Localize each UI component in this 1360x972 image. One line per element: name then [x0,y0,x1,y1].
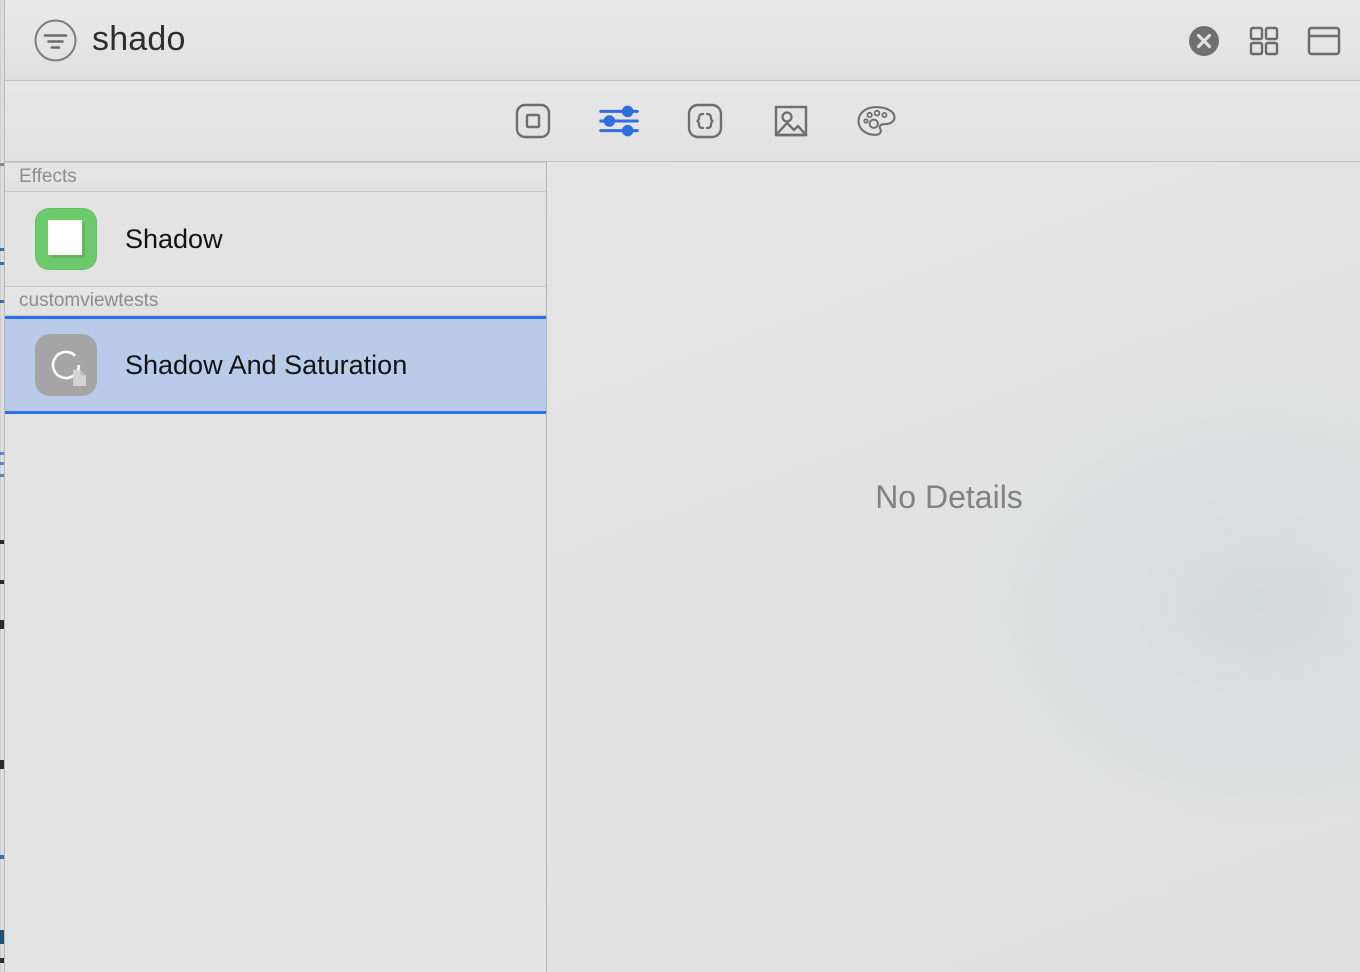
sliver-mark [0,958,4,963]
app-window: shado Effects Shadow customviewtests Sha… [0,0,1360,972]
sliver-mark [0,760,4,769]
sidebar-item-shadow-and-saturation[interactable]: Shadow And Saturation [5,316,546,414]
main-window: shado Effects Shadow customviewtests Sha… [5,0,1360,972]
sliver-mark [0,462,4,465]
sliver-mark [0,163,4,166]
sliver-mark [0,300,4,303]
detail-pane: No Details [548,162,1360,972]
shadow-effect-icon [35,208,97,270]
titlebar-actions [1186,0,1342,81]
window-title: shado [92,20,186,58]
toolbar-items [5,81,1360,161]
grid-view-icon[interactable] [1246,23,1282,59]
titlebar: shado [5,0,1360,81]
tab-colors[interactable] [853,97,901,145]
sidebar-item-label: Shadow And Saturation [125,349,408,380]
sliver-mark [0,452,4,455]
effects-sidebar[interactable]: Effects Shadow customviewtests Shadow An… [5,162,547,972]
close-circle-icon[interactable] [1186,23,1222,59]
sliver-mark [0,855,4,859]
tab-code[interactable] [681,97,729,145]
sliver-mark [0,540,4,544]
filter-circle-icon[interactable] [33,18,78,63]
sliver-mark [0,262,4,265]
sliver-mark [0,620,4,629]
tab-media[interactable] [767,97,815,145]
sidebar-group-header-customviewtests: customviewtests [5,286,546,316]
sliver-mark [0,930,4,944]
sidebar-item-label: Shadow [125,223,223,254]
sliver-mark [0,248,4,251]
sidebar-group-header-effects: Effects [5,162,546,192]
sidebar-item-shadow[interactable]: Shadow [5,192,546,286]
segment-toolbar [5,81,1360,162]
tab-general[interactable] [509,97,557,145]
tab-attributes[interactable] [595,97,643,145]
empty-state-message: No Details [875,478,1023,515]
sliver-mark [0,580,4,584]
window-layout-icon[interactable] [1306,23,1342,59]
sliver-mark [0,474,4,477]
shadow-saturation-icon [35,334,97,396]
